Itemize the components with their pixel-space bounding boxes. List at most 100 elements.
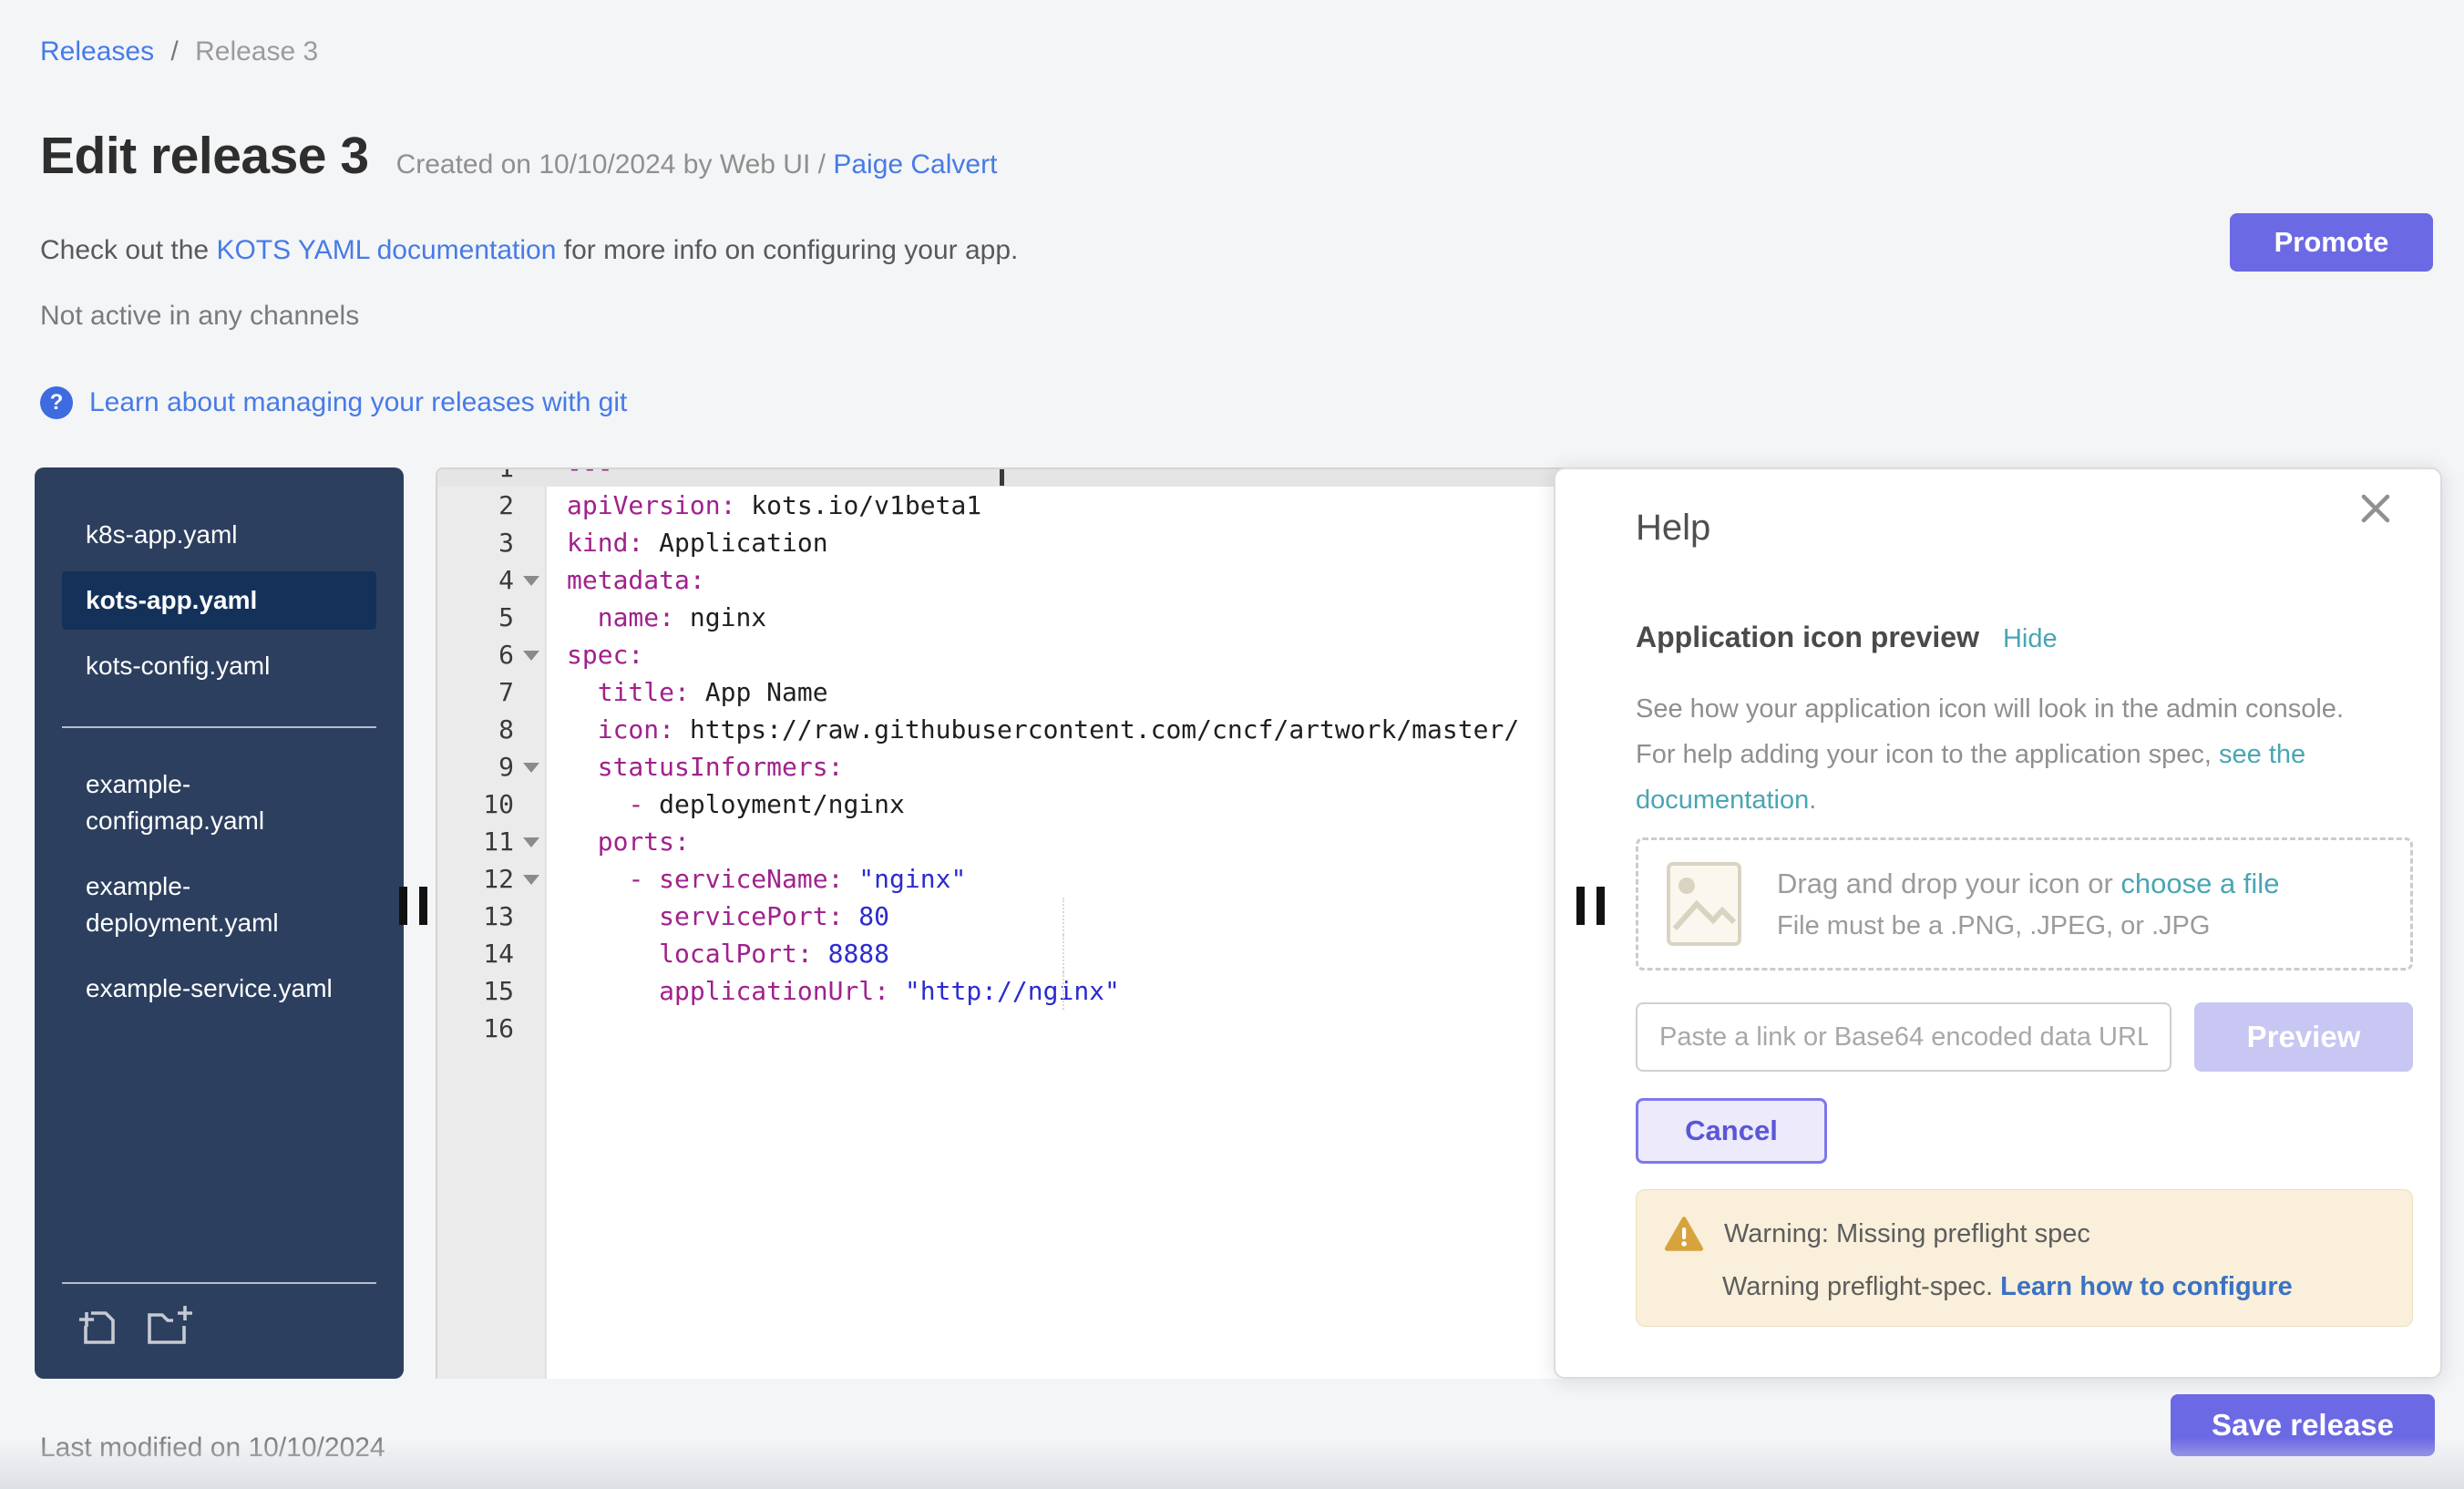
code-text: icon: https://raw.githubusercontent.com/…: [567, 711, 1519, 748]
description-period: .: [1809, 786, 1816, 815]
fold-arrow-icon[interactable]: [523, 763, 539, 773]
author-link[interactable]: Paige Calvert: [833, 149, 997, 180]
fold-arrow-icon[interactable]: [523, 875, 539, 885]
file-sidebar: k8s-app.yaml kots-app.yaml kots-config.yam…: [35, 467, 404, 1379]
code-line-15[interactable]: 15 applicationUrl: "http://nginx": [437, 972, 1574, 1010]
file-item-example-deployment.yaml[interactable]: example-deployment.yaml: [62, 857, 376, 952]
code-text: apiVersion: kots.io/v1beta1: [567, 487, 981, 524]
code-text: statusInformers:: [567, 748, 843, 786]
line-number: 14: [437, 935, 547, 972]
code-text: metadata:: [567, 561, 705, 599]
line-number: 16: [437, 1010, 547, 1047]
code-line-3[interactable]: 3 kind: Application: [437, 524, 1574, 561]
code-line-4[interactable]: 4 metadata:: [437, 561, 1574, 599]
sidebar-footer-divider: [62, 1282, 376, 1284]
code-text: applicationUrl: "http://nginx": [567, 972, 1120, 1010]
code-line-7[interactable]: 7 title: App Name: [437, 673, 1574, 711]
preflight-warning: Warning: Missing preflight spec Warning …: [1636, 1189, 2413, 1327]
code-text: ports:: [567, 823, 690, 860]
line-number: 13: [437, 898, 547, 935]
breadcrumb-current: Release 3: [195, 36, 318, 67]
icon-dropzone[interactable]: Drag and drop your icon or choose a file…: [1636, 837, 2413, 970]
code-text: spec:: [567, 636, 643, 673]
close-icon[interactable]: [2356, 489, 2395, 528]
code-line-13[interactable]: 13 servicePort: 80: [437, 898, 1574, 935]
help-panel: Help Application icon preview Hide See h…: [1554, 467, 2442, 1379]
docs-hint: Check out the KOTS YAML documentation fo…: [40, 235, 1018, 266]
breadcrumb-separator: /: [170, 36, 178, 67]
image-placeholder-icon: [1666, 861, 1742, 947]
code-line-9[interactable]: 9 statusInformers:: [437, 748, 1574, 786]
editor-cursor: [1000, 469, 1004, 486]
code-text: kind: Application: [567, 524, 828, 561]
line-number: 3: [437, 524, 547, 561]
question-icon: ?: [40, 386, 73, 419]
editor-resize-handle[interactable]: [1576, 887, 1605, 925]
docs-hint-prefix: Check out the: [40, 235, 216, 265]
code-line-6[interactable]: 6 spec:: [437, 636, 1574, 673]
file-item-kots-config.yaml[interactable]: kots-config.yaml: [62, 637, 376, 695]
last-modified: Last modified on 10/10/2024: [40, 1433, 385, 1463]
fold-arrow-icon[interactable]: [523, 651, 539, 661]
git-help-row: ? Learn about managing your releases wit…: [40, 386, 627, 419]
created-info: Created on 10/10/2024 by Web UI / Paige …: [396, 149, 998, 180]
preview-button[interactable]: Preview: [2194, 1002, 2413, 1072]
title-row: Edit release 3 Created on 10/10/2024 by …: [40, 126, 997, 186]
sidebar-divider: [62, 726, 376, 728]
line-number: 7: [437, 673, 547, 711]
file-item-k8s-app.yaml[interactable]: k8s-app.yaml: [62, 506, 376, 564]
breadcrumb: Releases / Release 3: [40, 36, 318, 67]
line-number: 15: [437, 972, 547, 1010]
sidebar-footer: [62, 1282, 376, 1348]
file-group-examples: example-configmap.yamlexample-deployment…: [62, 755, 376, 1025]
page-title: Edit release 3: [40, 126, 369, 186]
line-number: 12: [437, 860, 547, 898]
line-number: 9: [437, 748, 547, 786]
sidebar-resize-handle[interactable]: [399, 887, 427, 925]
choose-file-link[interactable]: choose a file: [2120, 868, 2279, 899]
docs-hint-suffix: for more info on configuring your app.: [556, 235, 1018, 265]
breadcrumb-releases-link[interactable]: Releases: [40, 36, 154, 67]
code-line-1[interactable]: 1---: [437, 467, 1574, 487]
created-text: Created on 10/10/2024 by Web UI /: [396, 149, 826, 180]
promote-button[interactable]: Promote: [2230, 213, 2433, 272]
code-text: title: App Name: [567, 673, 828, 711]
add-folder-icon[interactable]: [142, 1304, 193, 1348]
warning-triangle-icon: [1664, 1216, 1704, 1252]
code-line-8[interactable]: 8 icon: https://raw.githubusercontent.co…: [437, 711, 1574, 748]
icon-preview-title: Application icon preview: [1636, 621, 1979, 654]
line-number: 8: [437, 711, 547, 748]
save-release-button[interactable]: Save release: [2171, 1394, 2435, 1456]
warning-configure-link[interactable]: Learn how to configure: [2000, 1272, 2293, 1301]
code-line-5[interactable]: 5 name: nginx: [437, 599, 1574, 636]
kots-yaml-docs-link[interactable]: KOTS YAML documentation: [216, 235, 556, 265]
git-help-link[interactable]: Learn about managing your releases with …: [89, 387, 627, 418]
code-editor[interactable]: 1---2 apiVersion: kots.io/v1beta1 3 kind: A…: [436, 467, 1574, 1379]
hide-link[interactable]: Hide: [2003, 624, 2058, 654]
fold-arrow-icon[interactable]: [523, 576, 539, 586]
code-line-11[interactable]: 11 ports:: [437, 823, 1574, 860]
code-line-16[interactable]: 16: [437, 1010, 1574, 1047]
fold-arrow-icon[interactable]: [523, 837, 539, 847]
icon-url-input[interactable]: [1636, 1002, 2171, 1072]
cancel-button[interactable]: Cancel: [1636, 1098, 1827, 1164]
line-number: 2: [437, 487, 547, 524]
code-line-2[interactable]: 2 apiVersion: kots.io/v1beta1: [437, 487, 1574, 524]
code-line-14[interactable]: 14 localPort: 8888: [437, 935, 1574, 972]
code-text: - deployment/nginx: [567, 786, 905, 823]
code-line-10[interactable]: 10 - deployment/nginx: [437, 786, 1574, 823]
file-item-example-service.yaml[interactable]: example-service.yaml: [62, 960, 376, 1018]
code-text: name: nginx: [567, 599, 766, 636]
code-text: localPort: 8888: [567, 935, 889, 972]
code-text: - serviceName: "nginx": [567, 860, 966, 898]
line-number: 6: [437, 636, 547, 673]
line-number: 4: [437, 561, 547, 599]
warning-title: Warning: Missing preflight spec: [1724, 1219, 2090, 1249]
code-line-12[interactable]: 12 - serviceName: "nginx": [437, 860, 1574, 898]
help-title: Help: [1636, 508, 1710, 549]
add-file-icon[interactable]: [75, 1304, 120, 1348]
dropzone-text: Drag and drop your icon or: [1777, 868, 2120, 899]
channel-status: Not active in any channels: [40, 301, 359, 332]
file-item-kots-app.yaml[interactable]: kots-app.yaml: [62, 571, 376, 630]
file-item-example-configmap.yaml[interactable]: example-configmap.yaml: [62, 755, 376, 850]
